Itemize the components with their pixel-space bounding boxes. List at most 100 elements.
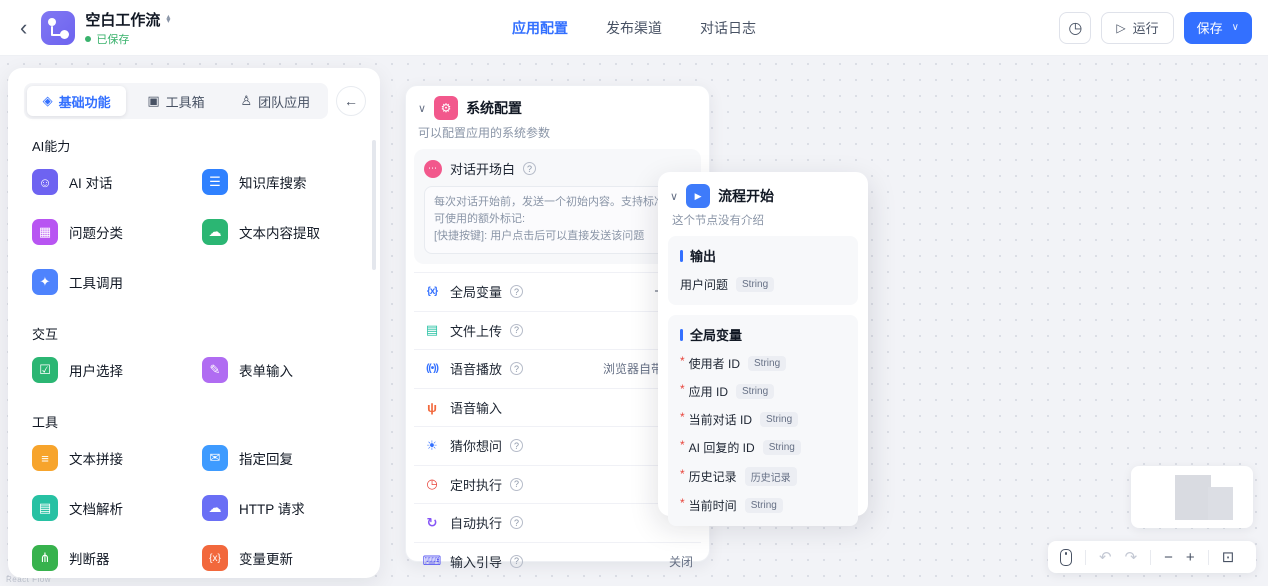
save-button[interactable]: 保存 ∨ — [1184, 12, 1252, 44]
text-concat-icon: ≡ — [32, 445, 58, 471]
section-header: 全局变量 — [680, 325, 846, 344]
schedule-icon: ◷ — [422, 476, 442, 492]
node-sidebar: ◈基础功能▣工具箱♙团队应用 ← AI能力☺AI 对话☰知识库搜索▦问题分类☁文… — [8, 68, 380, 578]
config-row-label: 全局变量 — [450, 282, 502, 301]
node-template-工具调用[interactable]: ✦工具调用 — [24, 257, 194, 307]
sidebar-scrollbar[interactable] — [372, 140, 376, 270]
section-grid: ☑用户选择✎表单输入 — [8, 345, 380, 395]
judge-icon: ⋔ — [32, 545, 58, 571]
node-template-变量更新[interactable]: {x}变量更新 — [194, 533, 364, 578]
config-row-输入引导[interactable]: ⌨输入引导关闭 — [414, 542, 701, 581]
node-template-label: 判断器 — [69, 548, 110, 568]
variable-type-badge: String — [736, 277, 774, 292]
divider — [1208, 550, 1209, 565]
variable-name: AI 回复的 ID — [689, 439, 755, 456]
canvas-controls: ↶ ↷ − + ⊡ — [1048, 541, 1256, 573]
config-row-label: 定时执行 — [450, 475, 502, 494]
opening-statement-label: 对话开场白 — [450, 159, 515, 178]
sidebar-tab-label: 基础功能 — [59, 92, 111, 111]
collapse-node-icon[interactable]: ∨ — [418, 102, 426, 115]
help-icon[interactable] — [523, 162, 536, 175]
node-template-文本拼接[interactable]: ≡文本拼接 — [24, 433, 194, 483]
chat-bubble-icon: ⋯ — [424, 160, 442, 178]
node-template-label: 知识库搜索 — [239, 172, 307, 192]
sidebar-tabs: ◈ 基础功能 ▣工具箱♙团队应用 — [24, 83, 328, 119]
redo-icon[interactable]: ↷ — [1125, 550, 1138, 565]
sidebar-tab-工具箱[interactable]: ▣工具箱 — [126, 86, 225, 116]
section-title: 交互 — [32, 324, 356, 343]
node-template-文本内容提取[interactable]: ☁ 文本内容提取 — [194, 207, 364, 257]
variable-name: 历史记录 — [689, 468, 737, 485]
help-icon[interactable] — [510, 439, 523, 452]
arrow-left-icon: ← — [344, 93, 358, 109]
cube-icon: ◈ — [43, 93, 53, 109]
minimap-node — [1175, 475, 1211, 520]
tab-对话日志[interactable]: 对话日志 — [698, 12, 758, 44]
node-template-文档解析[interactable]: ▤文档解析 — [24, 483, 194, 533]
node-template-问题分类[interactable]: ▦问题分类 — [24, 207, 194, 257]
flow-start-icon: ▶ — [686, 184, 710, 208]
section-title: 工具 — [32, 412, 356, 431]
flow-canvas[interactable]: ◈基础功能▣工具箱♙团队应用 ← AI能力☺AI 对话☰知识库搜索▦问题分类☁文… — [0, 56, 1268, 586]
text-extract-icon: ☁ — [202, 219, 228, 245]
help-icon[interactable] — [510, 362, 523, 375]
zoom-out-icon[interactable]: − — [1164, 550, 1173, 565]
kb-search-icon: ☰ — [202, 169, 228, 195]
variable-row: *当前时间String — [680, 497, 846, 514]
config-row-label: 输入引导 — [450, 552, 502, 571]
pointer-mode-icon[interactable] — [1060, 549, 1072, 566]
opening-statement-input[interactable]: 每次对话开始前，发送一个初始内容。支持标准 Markdown 语可使用的额外标记… — [424, 186, 691, 254]
collapse-node-icon[interactable]: ∨ — [670, 190, 678, 203]
node-template-指定回复[interactable]: ✉指定回复 — [194, 433, 364, 483]
minimap[interactable] — [1131, 466, 1253, 528]
node-template-label: 文本内容提取 — [239, 222, 320, 242]
node-template-HTTP 请求[interactable]: ☁HTTP 请求 — [194, 483, 364, 533]
help-icon[interactable] — [510, 478, 523, 491]
collapse-sidebar-button[interactable]: ← — [336, 86, 366, 116]
placeholder-line: 每次对话开始前，发送一个初始内容。支持标准 Markdown 语 — [434, 194, 681, 211]
topbar: ‹ 空白工作流 ▴▾ 已保存 应用配置发布渠道对话日志 ◷ ▷ 运行 — [0, 0, 1268, 56]
node-template-AI 对话[interactable]: ☺AI 对话 — [24, 157, 194, 207]
undo-icon[interactable]: ↶ — [1099, 550, 1112, 565]
fit-view-icon[interactable]: ⊡ — [1222, 550, 1235, 565]
config-row-自动执行[interactable]: ↻自动执行 — [414, 503, 701, 542]
node-template-label: 用户选择 — [69, 360, 123, 380]
save-label: 保存 — [1197, 18, 1223, 37]
back-button[interactable]: ‹ — [16, 17, 31, 39]
sidebar-tab-团队应用[interactable]: ♙团队应用 — [226, 86, 325, 116]
node-template-label: HTTP 请求 — [239, 498, 305, 518]
section-bar — [680, 329, 683, 341]
node-template-label: 文档解析 — [69, 498, 123, 518]
sidebar-tab-基础功能[interactable]: ◈ 基础功能 — [27, 86, 126, 116]
tab-发布渠道[interactable]: 发布渠道 — [604, 12, 664, 44]
play-icon: ▷ — [1116, 21, 1125, 35]
node-template-用户选择[interactable]: ☑用户选择 — [24, 345, 194, 395]
zoom-in-icon[interactable]: + — [1186, 550, 1195, 565]
config-row-label: 自动执行 — [450, 513, 502, 532]
run-label: 运行 — [1133, 18, 1159, 37]
help-icon[interactable] — [510, 516, 523, 529]
help-icon[interactable] — [510, 285, 523, 298]
node-template-知识库搜索[interactable]: ☰ 知识库搜索 — [194, 157, 364, 207]
app-title: 空白工作流 — [85, 9, 160, 30]
node-template-label: 工具调用 — [69, 272, 123, 292]
tab-应用配置[interactable]: 应用配置 — [510, 12, 570, 44]
voice-input-icon: ψ — [422, 400, 442, 415]
sidebar-tab-label: 工具箱 — [166, 92, 205, 111]
title-switch-icon[interactable]: ▴▾ — [166, 15, 170, 24]
required-asterisk: * — [680, 354, 685, 368]
node-description: 可以配置应用的系统参数 — [406, 120, 709, 147]
run-button[interactable]: ▷ 运行 — [1101, 12, 1173, 44]
history-button[interactable]: ◷ — [1059, 12, 1091, 44]
placeholder-line: 可使用的额外标记: — [434, 211, 681, 228]
help-icon[interactable] — [510, 324, 523, 337]
system-config-icon: ⚙ — [434, 96, 458, 120]
config-row-label: 文件上传 — [450, 321, 502, 340]
node-template-表单输入[interactable]: ✎表单输入 — [194, 345, 364, 395]
help-icon[interactable] — [510, 555, 523, 568]
variable-row: *历史记录历史记录 — [680, 467, 846, 486]
flow-start-node[interactable]: ∨ ▶ 流程开始 这个节点没有介绍 输出用户问题String全局变量*使用者 I… — [658, 172, 868, 516]
required-asterisk: * — [680, 438, 685, 452]
node-template-判断器[interactable]: ⋔ 判断器 — [24, 533, 194, 578]
section-title: 输出 — [690, 246, 716, 265]
